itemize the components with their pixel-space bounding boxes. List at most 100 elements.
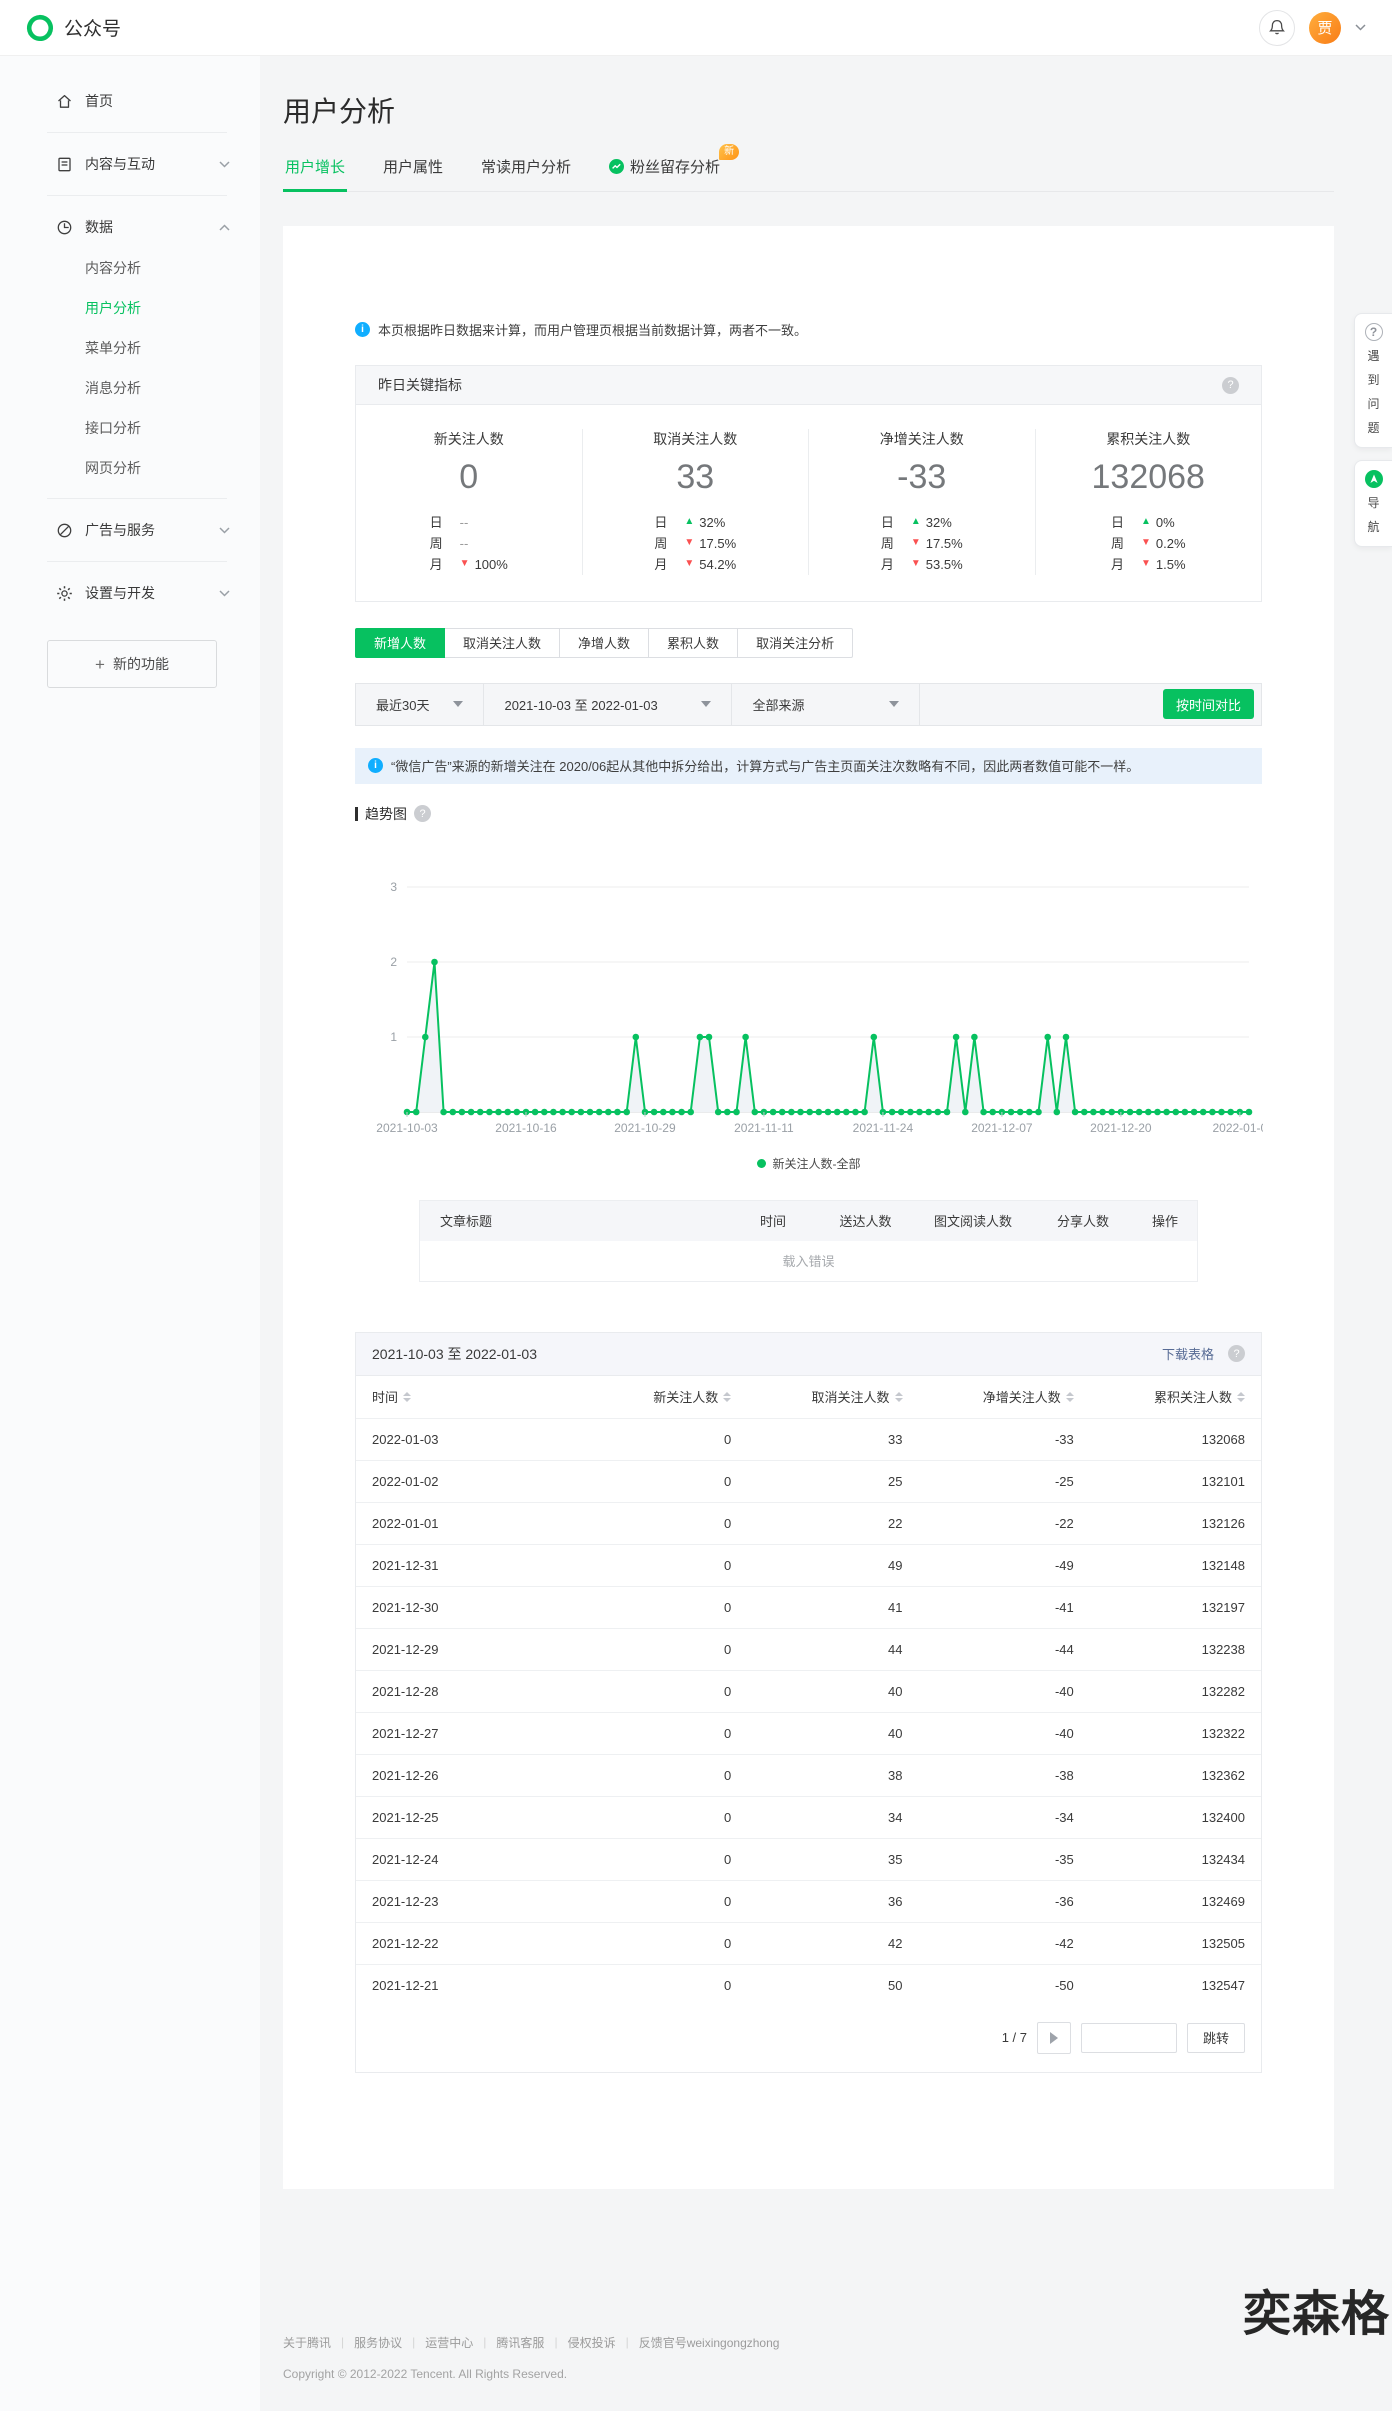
- cell-value: 40: [747, 1684, 918, 1699]
- up-arrow-icon: ▲: [1141, 517, 1151, 527]
- cell-value: 0: [576, 1726, 747, 1741]
- footer-link-侵权投诉[interactable]: 侵权投诉: [568, 2334, 616, 2351]
- seg-tab-净增人数[interactable]: 净增人数: [559, 628, 649, 658]
- table-row: 2021-12-22042-42132505: [356, 1922, 1261, 1964]
- settings-icon: [56, 585, 73, 602]
- down-arrow-icon: ▼: [460, 559, 470, 569]
- next-page-button[interactable]: [1037, 2022, 1071, 2054]
- help-icon[interactable]: ?: [414, 805, 431, 822]
- ad-notice: i “微信广告”来源的新增关注在 2020/06起从其他中拆分给出，计算方式与广…: [355, 748, 1262, 784]
- up-arrow-icon: ▲: [911, 517, 921, 527]
- jump-button[interactable]: 跳转: [1187, 2023, 1245, 2053]
- date-range-select[interactable]: 2021-10-03 至 2022-01-03: [484, 684, 732, 725]
- ad-icon: [56, 522, 73, 539]
- cell-value: 132148: [1090, 1558, 1261, 1573]
- data-table-section: 2021-10-03 至 2022-01-03 下载表格 ? 时间新关注人数取消…: [355, 1332, 1262, 2073]
- metric-value: 33: [583, 457, 809, 498]
- bell-icon: [1269, 19, 1285, 36]
- column-header-净增关注人数[interactable]: 净增关注人数: [919, 1387, 1090, 1406]
- column-header-累积关注人数[interactable]: 累积关注人数: [1090, 1387, 1261, 1406]
- sidebar-item-内容分析[interactable]: 内容分析: [0, 248, 260, 288]
- download-table-link[interactable]: 下载表格: [1162, 1344, 1214, 1363]
- copyright: Copyright © 2012-2022 Tencent. All Right…: [283, 2367, 1392, 2381]
- content-card: i 本页根据昨日数据来计算，而用户管理页根据当前数据计算，两者不一致。 昨日关键…: [283, 226, 1334, 2189]
- cell-date: 2022-01-02: [356, 1474, 576, 1489]
- down-arrow-icon: ▼: [684, 538, 694, 548]
- help-icon[interactable]: ?: [1222, 377, 1239, 394]
- sort-icon: [895, 1392, 903, 1402]
- tab-粉丝留存分析[interactable]: 粉丝留存分析新: [607, 156, 722, 191]
- cell-value: 0: [576, 1810, 747, 1825]
- compare-by-time-button[interactable]: 按时间对比: [1163, 689, 1254, 719]
- sidebar-item-接口分析[interactable]: 接口分析: [0, 408, 260, 448]
- down-arrow-icon: ▼: [911, 559, 921, 569]
- top-notice-text: 本页根据昨日数据来计算，而用户管理页根据当前数据计算，两者不一致。: [378, 320, 807, 339]
- notifications-button[interactable]: [1259, 10, 1295, 46]
- sidebar: 首页内容与互动数据内容分析用户分析菜单分析消息分析接口分析网页分析广告与服务设置…: [0, 56, 260, 2411]
- fans-green-icon: [609, 159, 624, 174]
- seg-tab-取消关注分析[interactable]: 取消关注分析: [737, 628, 853, 658]
- account-menu-chevron-icon[interactable]: [1355, 24, 1366, 31]
- brand-logo[interactable]: 公众号: [26, 14, 121, 42]
- cell-date: 2021-12-22: [356, 1936, 576, 1951]
- page-jump-input[interactable]: [1081, 2023, 1177, 2053]
- sort-icon: [1066, 1392, 1074, 1402]
- float-button-遇到问题[interactable]: ?遇到问题: [1354, 313, 1392, 448]
- time-range-select[interactable]: 最近30天: [356, 684, 484, 725]
- sidebar-item-内容与互动[interactable]: 内容与互动: [0, 143, 260, 185]
- cell-value: 35: [747, 1852, 918, 1867]
- sidebar-item-设置与开发[interactable]: 设置与开发: [0, 572, 260, 614]
- column-header-新关注人数[interactable]: 新关注人数: [576, 1387, 747, 1406]
- tab-用户增长[interactable]: 用户增长: [283, 156, 347, 191]
- cell-value: 132322: [1090, 1726, 1261, 1741]
- cell-value: 132469: [1090, 1894, 1261, 1909]
- help-icon[interactable]: ?: [1228, 1345, 1245, 1362]
- table-row: 2021-12-24035-35132434: [356, 1838, 1261, 1880]
- metric-label: 累积关注人数: [1036, 429, 1262, 449]
- cell-value: 132068: [1090, 1432, 1261, 1447]
- sidebar-item-首页[interactable]: 首页: [0, 80, 260, 122]
- page-indicator: 1 / 7: [1002, 2030, 1027, 2045]
- cell-date: 2021-12-25: [356, 1810, 576, 1825]
- mp-logo-icon: [26, 14, 54, 42]
- cell-value: -33: [919, 1432, 1090, 1447]
- column-header-时间[interactable]: 时间: [356, 1387, 576, 1406]
- source-select[interactable]: 全部来源: [732, 684, 920, 725]
- sidebar-item-数据[interactable]: 数据: [0, 206, 260, 248]
- footer-link-腾讯客服[interactable]: 腾讯客服: [496, 2334, 544, 2351]
- footer-link-关于腾讯[interactable]: 关于腾讯: [283, 2334, 331, 2351]
- cell-value: 132126: [1090, 1516, 1261, 1531]
- sidebar-item-广告与服务[interactable]: 广告与服务: [0, 509, 260, 551]
- new-badge: 新: [719, 144, 739, 160]
- metric-value: -33: [809, 457, 1035, 498]
- sidebar-item-菜单分析[interactable]: 菜单分析: [0, 328, 260, 368]
- caret-down-icon: [453, 701, 463, 707]
- tab-用户属性[interactable]: 用户属性: [381, 156, 445, 191]
- table-row: 2021-12-30041-41132197: [356, 1586, 1261, 1628]
- cell-value: 44: [747, 1642, 918, 1657]
- column-header-取消关注人数[interactable]: 取消关注人数: [747, 1387, 918, 1406]
- footer-link-服务协议[interactable]: 服务协议: [354, 2334, 402, 2351]
- metric-label: 新关注人数: [356, 429, 582, 449]
- seg-tab-新增人数[interactable]: 新增人数: [355, 628, 445, 658]
- pagination: 1 / 7 跳转: [356, 2022, 1245, 2054]
- sidebar-item-消息分析[interactable]: 消息分析: [0, 368, 260, 408]
- cell-value: -41: [919, 1600, 1090, 1615]
- float-button-导航[interactable]: 导航: [1354, 460, 1392, 547]
- cell-value: 0: [576, 1600, 747, 1615]
- footer-link-反馈官号weixingongzhong[interactable]: 反馈官号weixingongzhong: [639, 2334, 780, 2351]
- sidebar-item-用户分析[interactable]: 用户分析: [0, 288, 260, 328]
- avatar-text: 贾: [1317, 17, 1332, 38]
- avatar[interactable]: 贾: [1309, 12, 1341, 44]
- cell-value: -40: [919, 1684, 1090, 1699]
- new-feature-button[interactable]: +新的功能: [47, 640, 217, 688]
- page-title: 用户分析: [283, 90, 1392, 130]
- sidebar-item-网页分析[interactable]: 网页分析: [0, 448, 260, 488]
- seg-tab-累积人数[interactable]: 累积人数: [648, 628, 738, 658]
- chevron-up-icon: [219, 224, 230, 231]
- seg-tab-取消关注人数[interactable]: 取消关注人数: [444, 628, 560, 658]
- table-row: 2021-12-31049-49132148: [356, 1544, 1261, 1586]
- footer-link-运营中心[interactable]: 运营中心: [425, 2334, 473, 2351]
- cell-date: 2021-12-27: [356, 1726, 576, 1741]
- tab-常读用户分析[interactable]: 常读用户分析: [479, 156, 573, 191]
